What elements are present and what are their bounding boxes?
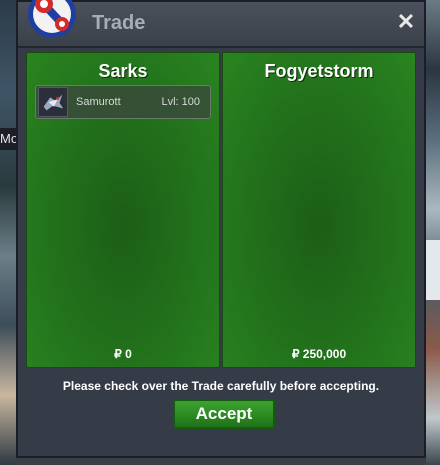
accept-button[interactable]: Accept: [173, 399, 275, 429]
close-icon[interactable]: ✕: [396, 11, 416, 33]
trade-window: Trade ✕ Sarks Samurott Lvl: 100 ₽ 0 Fogy…: [16, 0, 426, 458]
money-offer: ₽ 0: [114, 347, 132, 361]
trader-panel-sarks: Sarks Samurott Lvl: 100 ₽ 0: [26, 52, 220, 368]
trader-name: Fogyetstorm: [264, 61, 374, 81]
window-title: Trade: [92, 12, 146, 34]
game-background-right: [426, 0, 440, 465]
samurott-icon: [38, 87, 68, 117]
trader-name: Sarks: [98, 61, 148, 81]
pokemon-name: Samurott: [76, 96, 121, 108]
trade-notice: Please check over the Trade carefully be…: [62, 379, 380, 393]
pokemon-slot[interactable]: Samurott Lvl: 100: [35, 85, 211, 119]
background-block: [426, 240, 440, 300]
pokeball-logo-icon: [28, 0, 76, 38]
trader-panel-fogyetstorm: Fogyetstorm ₽ 250,000: [222, 52, 416, 368]
background-label: Mo: [0, 128, 16, 150]
money-offer: ₽ 250,000: [291, 347, 347, 361]
trade-panels: Sarks Samurott Lvl: 100 ₽ 0 Fogyetstorm …: [26, 52, 416, 370]
pokemon-level: Lvl: 100: [161, 96, 200, 108]
game-background-left: Mo: [0, 0, 16, 465]
